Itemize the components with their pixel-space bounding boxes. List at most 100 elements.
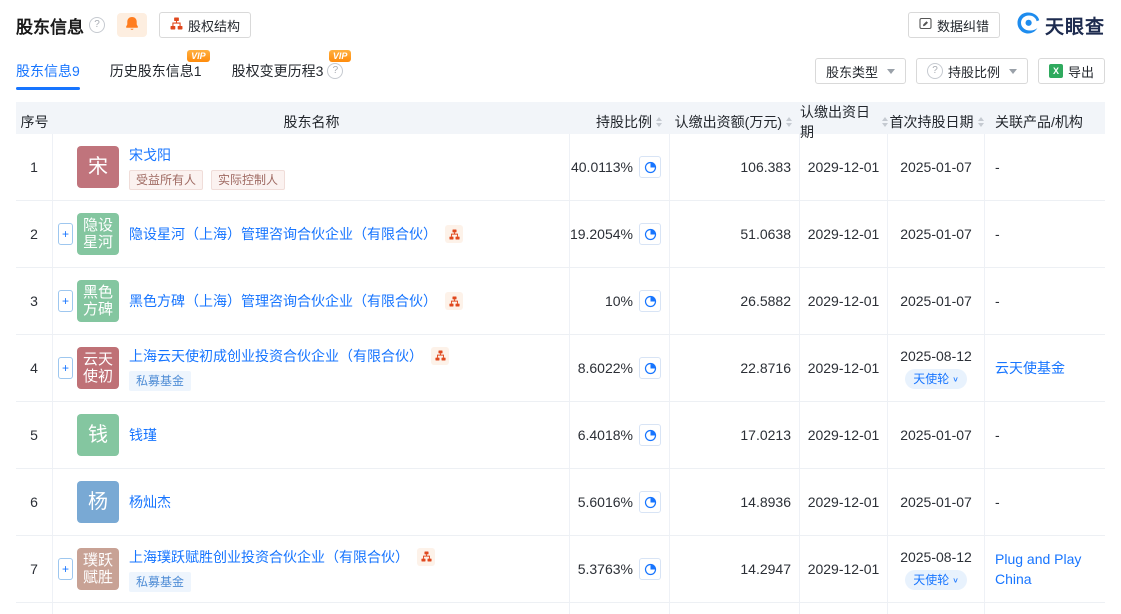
table-body: 1宋宋戈阳受益所有人实际控制人40.0113%106.3832029-12-01… (16, 134, 1105, 614)
amount-cell: 14.8936 (670, 469, 800, 535)
shareholder-name-link[interactable]: 黑色方碑（上海）管理咨询合伙企业（有限合伙） (129, 291, 437, 311)
vip-badge: VIP (187, 50, 210, 62)
company-tags: 私募基金 (129, 371, 449, 391)
equity-structure-icon[interactable] (445, 225, 463, 243)
subscribe-bell-button[interactable] (117, 13, 147, 37)
ratio-cell: 8.6022% (570, 335, 670, 401)
expand-row-button[interactable]: + (58, 357, 73, 379)
tab-shareholders[interactable]: 股东信息9 (16, 61, 80, 81)
chevron-down-icon (1009, 69, 1017, 74)
table-header-row: 序号股东名称持股比例认缴出资额(万元)认缴出资日期首次持股日期关联产品/机构 (16, 102, 1105, 134)
ratio-cell: 5.3763% (570, 536, 670, 602)
related-product-cell: - (985, 469, 1105, 535)
pie-chart-icon[interactable] (639, 357, 661, 379)
ratio-cell: 5.6016% (570, 469, 670, 535)
first-hold-date-cell: 2025-01-07 (888, 469, 985, 535)
sort-icon[interactable] (786, 117, 792, 127)
shareholder-info: 上海璞跃赋胜创业投资合伙企业（有限合伙）私募基金 (129, 547, 435, 592)
equity-structure-icon[interactable] (445, 292, 463, 310)
pie-chart-icon[interactable] (639, 424, 661, 446)
expand-row-button[interactable]: + (58, 290, 73, 312)
ratio-filter[interactable]: ? 持股比例 (916, 58, 1028, 84)
export-button[interactable]: X 导出 (1038, 58, 1105, 84)
expand-row-button[interactable]: + (58, 558, 73, 580)
pie-chart-icon[interactable] (639, 558, 661, 580)
related-product-link[interactable]: Plug and Play China (995, 549, 1097, 589)
shareholder-info: 钱瑾 (129, 425, 157, 445)
shareholder-name-link[interactable]: 隐设星河（上海）管理咨询合伙企业（有限合伙） (129, 224, 437, 244)
person-tags: 受益所有人实际控制人 (129, 170, 285, 190)
subscribe-date-cell: 2029-12-01 (800, 469, 888, 535)
help-icon[interactable]: ? (89, 17, 105, 33)
row-index: 4 (16, 335, 53, 401)
tab-history-count: 1 (194, 63, 202, 79)
subscribe-date-cell: 2029-12-01 (800, 268, 888, 334)
row-index: 7 (16, 536, 53, 602)
pie-chart-icon[interactable] (639, 491, 661, 513)
ratio-cell: 3.2009% (570, 603, 670, 614)
shareholder-name-link[interactable]: 钱瑾 (129, 425, 157, 445)
pie-chart-icon[interactable] (639, 290, 661, 312)
ratio-cell: 6.4018% (570, 402, 670, 468)
tab-history-shareholders[interactable]: 历史股东信息1 VIP (110, 61, 202, 81)
expand-row-button[interactable]: + (58, 223, 73, 245)
amount-cell: 26.5882 (670, 268, 800, 334)
first-hold-date-cell: 2025-01-07 (888, 402, 985, 468)
ratio-cell: 19.2054% (570, 201, 670, 267)
shareholder-type-filter[interactable]: 股东类型 (815, 58, 906, 84)
shareholder-name-link[interactable]: 宋戈阳 (129, 145, 171, 165)
pie-chart-icon[interactable] (639, 156, 661, 178)
subscribe-date-cell: 2029-12-01 (800, 134, 888, 200)
shareholder-cell: 杨杨灿杰 (53, 469, 570, 535)
tabs-bar: 股东信息9 历史股东信息1 VIP 股权变更历程3 VIP ? 股东类型 ? 持… (0, 56, 1121, 86)
pie-chart-icon[interactable] (639, 223, 661, 245)
table-row: 7+璞跃赋胜上海璞跃赋胜创业投资合伙企业（有限合伙）私募基金5.3763%14.… (16, 536, 1105, 603)
chevron-down-icon: ∨ (952, 572, 959, 588)
funding-round-tag[interactable]: 天使轮∨ (905, 369, 967, 389)
help-icon: ? (927, 63, 943, 79)
vip-badge: VIP (329, 50, 352, 62)
company-tag: 私募基金 (129, 371, 191, 391)
tab-equity-changes[interactable]: 股权变更历程3 VIP ? (232, 61, 344, 81)
amount-cell: 14.2947 (670, 536, 800, 602)
table-row: 3+黑色方碑黑色方碑（上海）管理咨询合伙企业（有限合伙）10%26.588220… (16, 268, 1105, 335)
row-index: 3 (16, 268, 53, 334)
related-product-cell: Plug and Play China (985, 536, 1105, 602)
shareholder-name-link[interactable]: 杨灿杰 (129, 492, 171, 512)
table-row: 6杨杨灿杰5.6016%14.89362029-12-012025-01-07- (16, 469, 1105, 536)
tab-equity-changes-label: 股权变更历程 (232, 61, 316, 81)
shareholder-cell: +璞跃赋胜上海璞跃赋胜创业投资合伙企业（有限合伙）私募基金 (53, 536, 570, 602)
equity-structure-icon[interactable] (431, 347, 449, 365)
data-correction-button[interactable]: 数据纠错 (908, 12, 1000, 38)
related-product-link[interactable]: 云天使基金 (995, 358, 1065, 378)
panel-header: 股东信息 ? 股权结构 数据纠错 天眼查 (0, 0, 1121, 40)
funding-round-tag[interactable]: 天使轮∨ (905, 570, 967, 590)
first-hold-date-cell: 2025-01-07 (888, 268, 985, 334)
shareholder-cell: 宋宋戈阳受益所有人实际控制人 (53, 134, 570, 200)
row-index: 5 (16, 402, 53, 468)
excel-icon: X (1049, 64, 1063, 78)
shareholder-avatar: 钱 (77, 414, 119, 456)
shareholder-type-label: 股东类型 (826, 62, 878, 81)
shareholder-name-link[interactable]: 上海璞跃赋胜创业投资合伙企业（有限合伙） (129, 547, 409, 567)
help-icon[interactable]: ? (327, 63, 343, 79)
tianyancha-logo: 天眼查 (1016, 11, 1105, 40)
sort-icon[interactable] (978, 117, 984, 127)
shareholder-name-link[interactable]: 上海云天使初成创业投资合伙企业（有限合伙） (129, 346, 423, 366)
sort-icon[interactable] (656, 117, 662, 127)
equity-structure-button[interactable]: 股权结构 (159, 12, 251, 38)
table-row: 2+隐设星河隐设星河（上海）管理咨询合伙企业（有限合伙）19.2054%51.0… (16, 201, 1105, 268)
bell-icon (125, 16, 139, 35)
shareholder-name-line: 上海云天使初成创业投资合伙企业（有限合伙） (129, 346, 449, 366)
subscribe-date-cell: 2029-12-01 (800, 402, 888, 468)
column-header: 序号 (16, 112, 53, 132)
related-product-cell: - (985, 134, 1105, 200)
tianyancha-logo-text: 天眼查 (1045, 12, 1105, 39)
shareholder-info: 宋戈阳受益所有人实际控制人 (129, 145, 285, 190)
shareholder-name-line: 上海璞跃赋胜创业投资合伙企业（有限合伙） (129, 547, 435, 567)
equity-structure-icon[interactable] (417, 548, 435, 566)
column-header: 股东名称 (53, 112, 570, 132)
first-hold-date-cell: 2025-01-07 (888, 201, 985, 267)
correction-icon (919, 17, 932, 33)
shareholder-name-line: 黑色方碑（上海）管理咨询合伙企业（有限合伙） (129, 291, 463, 311)
